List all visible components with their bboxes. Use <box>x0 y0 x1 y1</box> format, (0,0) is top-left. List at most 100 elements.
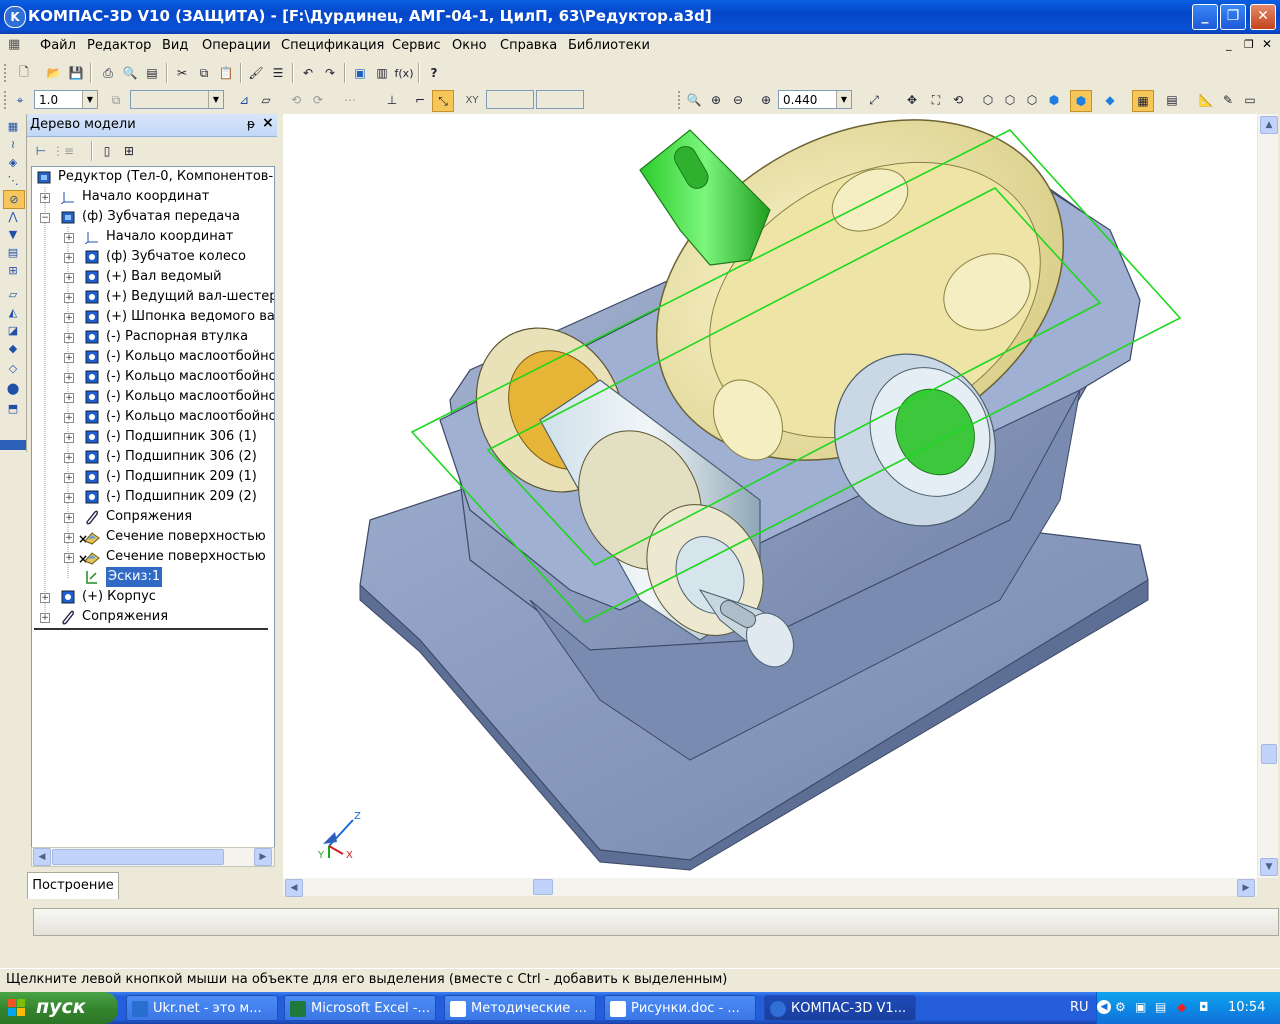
viewport-vertical-scrollbar[interactable]: ▲ ▼ <box>1258 114 1278 878</box>
shaded-edges-icon[interactable]: ⬢ <box>1070 90 1092 112</box>
expand-icon[interactable]: + <box>64 293 74 303</box>
expand-icon[interactable]: + <box>64 353 74 363</box>
filters-icon[interactable]: ▼ <box>3 226 23 243</box>
print-icon[interactable]: ⎙ <box>98 63 118 83</box>
bolt-icon[interactable]: ⬤ <box>3 380 23 397</box>
document-icon[interactable]: ▦ <box>8 37 28 55</box>
snap-step-icon[interactable]: ⌖ <box>10 90 30 110</box>
expand-icon[interactable]: + <box>64 433 74 443</box>
properties-icon[interactable]: ▤ <box>142 63 162 83</box>
cursor-coords-icon[interactable]: XY <box>462 90 482 110</box>
orient-icon[interactable]: ⟲ <box>286 90 306 110</box>
doc-restore-icon[interactable]: ❐ <box>1244 38 1254 51</box>
task-kompas[interactable]: КОМПАС-3D V1... <box>764 995 916 1021</box>
start-button[interactable]: пуск <box>0 992 118 1024</box>
measure-vtool-icon[interactable]: ⊞ <box>3 262 23 279</box>
minimize-button[interactable]: _ <box>1192 4 1218 30</box>
list-icon[interactable]: ☰ <box>268 63 288 83</box>
tray-volume-icon[interactable]: ◘ <box>1199 1000 1215 1016</box>
coord-x-field[interactable] <box>486 90 534 109</box>
local-cs-icon[interactable]: ⊿ <box>234 90 254 110</box>
viewport-vscroll-thumb[interactable] <box>1261 744 1277 764</box>
surfaces-icon[interactable]: ◈ <box>3 154 23 171</box>
tray-antivirus-icon[interactable]: ◆ <box>1177 1000 1193 1016</box>
spatial-curves-icon[interactable]: ≀ <box>3 136 23 153</box>
menu-service[interactable]: Сервис <box>392 38 441 53</box>
expand-icon[interactable]: + <box>64 453 74 463</box>
zoom-window-icon[interactable]: 🔍 <box>684 90 704 110</box>
tree-horizontal-scrollbar[interactable]: ◀ ▶ <box>31 847 275 867</box>
zoom-combo[interactable]: 0.440 ▼ <box>778 90 852 109</box>
chevron-down-icon[interactable]: ▼ <box>82 91 97 108</box>
scroll-right-icon[interactable]: ▶ <box>254 848 272 866</box>
help-pointer-icon[interactable]: ? <box>424 63 444 83</box>
shaded-icon[interactable]: ⬢ <box>1044 90 1064 110</box>
print-preview-icon[interactable]: 🔍 <box>120 63 140 83</box>
coord-y-field[interactable] <box>536 90 584 109</box>
language-indicator[interactable]: RU <box>1070 1000 1089 1015</box>
menu-help[interactable]: Справка <box>500 38 557 53</box>
zoom-fit-icon[interactable]: ⛶ <box>926 90 946 110</box>
cut-icon[interactable]: ✂ <box>172 63 192 83</box>
zoom-out-icon[interactable]: ⊖ <box>728 90 748 110</box>
expand-icon[interactable]: + <box>64 313 74 323</box>
tree-sort-icon[interactable]: ▯ <box>97 141 117 161</box>
menu-window[interactable]: Окно <box>452 38 487 53</box>
close-button[interactable]: ✕ <box>1250 4 1276 30</box>
menu-view[interactable]: Вид <box>162 38 188 53</box>
paste-icon[interactable]: 📋 <box>216 63 236 83</box>
undo-icon[interactable]: ↶ <box>298 63 318 83</box>
manager-icon[interactable]: ▣ <box>350 63 370 83</box>
zoom-in-icon[interactable]: ⊕ <box>706 90 726 110</box>
snap-active-icon[interactable]: ⤡ <box>432 90 454 112</box>
properties-panel-icon[interactable]: ▤ <box>1162 90 1182 110</box>
mates-icon[interactable]: ⊘ <box>3 190 25 209</box>
step-combo[interactable]: 1.0 ▼ <box>34 90 98 109</box>
hidden-thin-icon[interactable]: ⬡ <box>1022 90 1042 110</box>
expand-icon[interactable]: + <box>64 393 74 403</box>
tree-close-icon[interactable]: × <box>262 115 274 131</box>
library-icon[interactable]: ▥ <box>372 63 392 83</box>
copy-icon[interactable]: ⧉ <box>194 63 214 83</box>
viewport-hscroll-thumb[interactable] <box>533 879 553 895</box>
chevron-down-icon[interactable]: ▼ <box>836 91 851 108</box>
tree-filter-icon[interactable]: ⋮≡ <box>52 141 74 161</box>
hidden-lines-icon[interactable]: ⬡ <box>1000 90 1020 110</box>
tree-structure-icon[interactable]: ⊢ <box>31 141 51 161</box>
spec-vtool-icon[interactable]: ▤ <box>3 244 23 261</box>
tray-app-icon[interactable]: ⚙ <box>1115 1000 1131 1016</box>
zoom-scale-icon[interactable]: ⊕ <box>756 90 776 110</box>
task-ukrnet[interactable]: Ukr.net - это м... <box>126 995 278 1021</box>
grid-icon[interactable]: ⋯ <box>340 90 360 110</box>
expand-icon[interactable]: + <box>64 533 74 543</box>
toolbar-grip[interactable] <box>4 64 10 82</box>
section-icon[interactable]: ◭ <box>3 304 23 321</box>
scroll-up-icon[interactable]: ▲ <box>1260 116 1278 134</box>
expand-icon[interactable]: + <box>64 493 74 503</box>
menu-libraries[interactable]: Библиотеки <box>568 38 650 53</box>
expand-icon[interactable]: + <box>40 593 50 603</box>
variables-fx-icon[interactable]: f(x) <box>394 63 414 83</box>
planes-icon[interactable]: ▱ <box>3 286 23 303</box>
scroll-down-icon[interactable]: ▼ <box>1260 858 1278 876</box>
expand-icon[interactable]: + <box>64 373 74 383</box>
measure-icon[interactable]: 📐 <box>1196 90 1216 110</box>
expand-icon[interactable]: + <box>64 553 74 563</box>
expand-icon[interactable]: + <box>40 613 50 623</box>
kompas-app-icon[interactable]: K <box>4 6 26 28</box>
expand-icon[interactable]: + <box>64 253 74 263</box>
tree-scroll-thumb[interactable] <box>52 849 224 865</box>
expand-icon[interactable]: + <box>64 233 74 243</box>
expand-icon[interactable]: + <box>64 333 74 343</box>
tray-monitor-icon[interactable]: ▤ <box>1155 1000 1171 1016</box>
menu-operations[interactable]: Операции <box>202 38 271 53</box>
ortho-icon[interactable]: ⊥ <box>382 90 402 110</box>
doc-minimize-icon[interactable]: _ <box>1226 38 1232 51</box>
add-component-icon[interactable]: ⬒ <box>3 400 23 417</box>
task-excel[interactable]: Microsoft Excel -... <box>284 995 436 1021</box>
task-word-pictures[interactable]: Рисунки.doc - ... <box>604 995 756 1021</box>
rotate-icon[interactable]: ⟲ <box>948 90 968 110</box>
menu-specification[interactable]: Спецификация <box>281 38 384 53</box>
arrays-icon[interactable]: ⋱ <box>3 172 23 189</box>
pin-icon[interactable]: ᵽ <box>247 117 255 131</box>
